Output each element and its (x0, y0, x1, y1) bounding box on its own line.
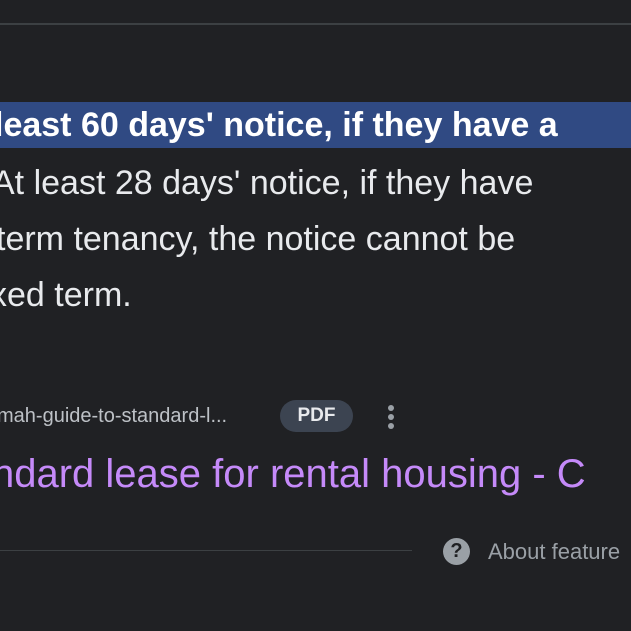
source-url[interactable]: mah-guide-to-standard-l... (0, 405, 227, 428)
snippet-line: At least 28 days' notice, if they have (0, 164, 534, 202)
source-row: mah-guide-to-standard-l... PDF (0, 400, 631, 432)
about-text: About feature (488, 539, 621, 564)
dot (388, 405, 394, 411)
snippet-highlighted-line: least 60 days' notice, if they have a (0, 102, 631, 148)
snippet-line: xed term. (0, 276, 132, 314)
dot (388, 414, 394, 420)
search-results-page: least 60 days' notice, if they have a At… (0, 0, 631, 631)
pdf-badge: PDF (280, 400, 353, 432)
dot (388, 423, 394, 429)
top-divider (0, 23, 631, 25)
snippet-line: term tenancy, the notice cannot be (0, 220, 516, 258)
more-vert-icon[interactable] (380, 402, 402, 432)
bottom-divider (0, 550, 412, 551)
about-featured-snippets[interactable]: ? About feature (443, 537, 631, 565)
help-icon: ? (443, 538, 470, 565)
result-title-link[interactable]: ndard lease for rental housing - C (0, 448, 586, 500)
